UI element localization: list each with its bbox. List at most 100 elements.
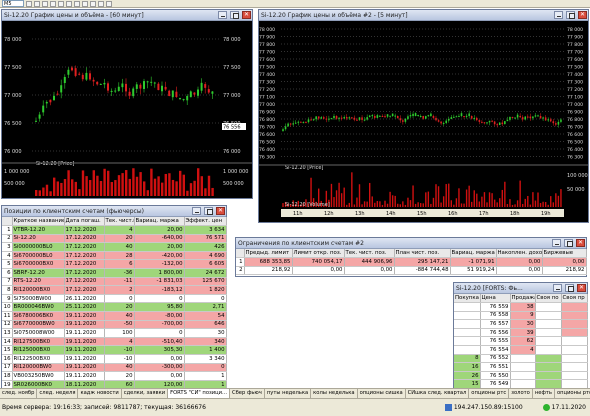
orderbook-row[interactable]: 76 558 9 — [454, 311, 588, 321]
window-titlebar[interactable]: Позиции по клиентским счетам (фьючерсы) — [2, 206, 226, 217]
price-chart-5m[interactable]: 78 000 78 00077 900 77 90077 800 77 80077 7… — [259, 21, 588, 222]
column-header[interactable]: Биржевые — [542, 249, 587, 259]
column-header[interactable]: Тек. чист. поз. — [344, 249, 395, 259]
taskbar-tab[interactable]: Сбер фьюч — [230, 389, 265, 398]
minimize-button[interactable] — [192, 207, 201, 215]
table-row[interactable]: 16 RI122500BX0 19.11.2020 -10 0,00 3 340 — [2, 354, 227, 364]
cursor-icon[interactable] — [26, 0, 32, 7]
window-titlebar[interactable]: Si-12.20 График цены и объёма - [60 мину… — [2, 10, 252, 21]
orderbook-row[interactable]: 76 559 38 — [454, 302, 588, 312]
table-row[interactable]: 2 Si-12.20 17.12.2020 20 -640,00 76 571 — [2, 234, 227, 244]
minimize-button[interactable] — [552, 239, 561, 247]
bars-icon[interactable] — [66, 0, 72, 7]
column-header[interactable]: Тек. чист.поз. — [104, 217, 135, 227]
maximize-button[interactable] — [565, 284, 574, 292]
orderbook-row[interactable]: 76 554 4 — [454, 345, 588, 355]
orderbook-row[interactable]: 16 76 551 — [454, 362, 588, 372]
maximize-button[interactable] — [204, 207, 213, 215]
maximize-button[interactable] — [566, 11, 575, 19]
price-chart-60m[interactable]: 78 000 78 000 77 500 77 500 77 000 77 000 76 5… — [2, 21, 252, 198]
window-titlebar[interactable]: Ограничения по клиентским счетам #2 — [236, 238, 586, 249]
minimize-button[interactable] — [553, 284, 562, 292]
taskbar-tab[interactable]: сделки, заявки — [122, 389, 169, 398]
zoom-in-icon[interactable] — [50, 0, 56, 7]
column-header[interactable]: Предыд. лимит — [244, 249, 293, 259]
column-header[interactable]: Лимит откр. поз. — [292, 249, 345, 259]
table-row[interactable]: 3 Si0000000BL0 17.12.2020 40 20,00 426 — [2, 242, 227, 252]
zoom-out-icon[interactable] — [58, 0, 64, 7]
column-header[interactable]: Вариац. маржа — [134, 217, 185, 227]
table-row[interactable]: 13 Si0750008W00 19.11.2020 100 0 30 — [2, 328, 227, 338]
table-row[interactable]: 7 RTS-12.20 17.12.2020 -11 -1 831,03 125 670 — [2, 277, 227, 287]
line-chart-icon[interactable] — [82, 0, 88, 7]
table-row[interactable]: 17 RI120000BW0 19.11.2020 40 -300,00 0 — [2, 363, 227, 373]
close-button[interactable] — [242, 11, 251, 19]
taskbar-tab[interactable]: след. неделя — [37, 389, 79, 398]
orderbook-row[interactable]: 76 556 39 — [454, 328, 588, 338]
column-header[interactable]: Вариац. маржа — [450, 249, 497, 259]
table-row[interactable]: 8 RI120000BX0 17.12.2020 2 -183,12 1 820 — [2, 285, 227, 295]
taskbar-tab[interactable]: кадж новости — [78, 389, 122, 398]
arrow-up-icon[interactable] — [98, 0, 104, 7]
column-header[interactable]: Накоплен. доход — [496, 249, 543, 259]
table-row[interactable]: 4 Si6700000BL0 17.12.2020 28 -420,00 4 690 — [2, 251, 227, 261]
taskbar-tab[interactable]: FORTS "СИ" позици... — [168, 389, 230, 398]
taskbar-tab[interactable]: опционы сишка — [358, 389, 406, 398]
table-row[interactable]: 9 Si75000BW00 26.11.2020 0 0 0 — [2, 294, 227, 304]
column-header[interactable]: План чист. поз. — [394, 249, 451, 259]
taskbar-tab[interactable]: золото — [509, 389, 533, 398]
table-row[interactable]: 1 VTBR-12.20 17.12.2020 4 20,00 3 634 — [2, 225, 227, 235]
table-row[interactable]: 6 SBRF-12.20 17.12.2020 -36 1 800,00 24 672 — [2, 268, 227, 278]
orderbook-row[interactable]: 26 76 550 — [454, 371, 588, 381]
table-row[interactable]: 5 Si6700000BX0 17.12.2020 6 -132,00 6 605 — [2, 259, 227, 270]
volume-bar — [366, 201, 368, 207]
orderbook-row[interactable]: 8 76 552 — [454, 354, 588, 364]
volume-bar — [99, 180, 103, 196]
taskbar-tab[interactable]: опционы ртс — [555, 389, 590, 398]
close-button[interactable] — [576, 239, 585, 247]
taskbar-tab[interactable]: путы неделька — [265, 389, 312, 398]
volume-bar — [200, 176, 203, 196]
close-button[interactable] — [216, 207, 225, 215]
column-header[interactable] — [2, 217, 13, 227]
maximize-button[interactable] — [564, 239, 573, 247]
arrow-down-icon[interactable] — [106, 0, 112, 7]
text-tool-icon[interactable] — [90, 0, 96, 7]
maximize-button[interactable] — [230, 11, 239, 19]
column-header[interactable]: Краткое название — [12, 217, 65, 227]
taskbar-tab[interactable]: колы неделька — [311, 389, 358, 398]
table-row[interactable]: 2 218,92 0,00 0,00 -884 744,48 51 919,24 0,00 2… — [236, 266, 587, 276]
table-row[interactable]: 12 Si6770000BW0 19.11.2020 -50 -700,00 646 — [2, 320, 227, 330]
column-header[interactable]: Продажа — [510, 294, 536, 304]
timeframe-select[interactable]: M5 — [2, 0, 24, 7]
orderbook-row[interactable]: 76 557 30 — [454, 319, 588, 329]
crosshair-icon[interactable] — [34, 0, 40, 7]
column-header[interactable]: Цена — [480, 294, 511, 304]
orderbook-row[interactable]: 76 555 62 — [454, 336, 588, 347]
minimize-button[interactable] — [218, 11, 227, 19]
table-row[interactable]: 1 688 353,85 740 054,17 444 906,96 295 147,2… — [236, 257, 587, 267]
minimize-button[interactable] — [554, 11, 563, 19]
table-row[interactable]: 15 RI125000BX0 19.11.2020 -10 305,30 1 400 — [2, 345, 227, 355]
column-header[interactable]: Дата погаш. — [64, 217, 105, 227]
window-titlebar[interactable]: Si-12.20 График цены и объёма #2 - [5 ми… — [259, 10, 588, 21]
column-header[interactable] — [236, 249, 245, 259]
close-button[interactable] — [577, 284, 586, 292]
table-row[interactable]: 10 BR000046BW0 25.11.2020 20 95,80 2,71 — [2, 302, 227, 313]
column-header[interactable]: Своя пр — [561, 294, 588, 304]
column-header[interactable]: Эффект. цен — [184, 217, 227, 227]
taskbar-tab[interactable]: след. ноябр — [0, 389, 38, 398]
table-row[interactable]: 18 VB003250BW0 19.11.2020 20 0,00 1 — [2, 371, 227, 381]
column-header[interactable]: Покупка — [454, 294, 481, 304]
table-row[interactable]: 14 RI127500BK0 19.11.2020 4 -510,40 340 — [2, 337, 227, 347]
candles-icon[interactable] — [74, 0, 80, 7]
line-tool-icon[interactable] — [42, 0, 48, 7]
taskbar-tab[interactable]: опционы ртс — [469, 389, 510, 398]
column-header[interactable]: Своя по — [535, 294, 562, 304]
table-row[interactable]: 11 Si6780006BK0 19.11.2020 40 -80,00 54 — [2, 311, 227, 321]
cell-eff: 646 — [184, 320, 227, 330]
window-titlebar[interactable]: Si-12.20 [FORTS: Фь... — [454, 283, 587, 294]
close-button[interactable] — [578, 11, 587, 19]
taskbar-tab[interactable]: нефть — [533, 389, 555, 398]
taskbar-tab[interactable]: СИшка след. квартал — [406, 389, 470, 398]
